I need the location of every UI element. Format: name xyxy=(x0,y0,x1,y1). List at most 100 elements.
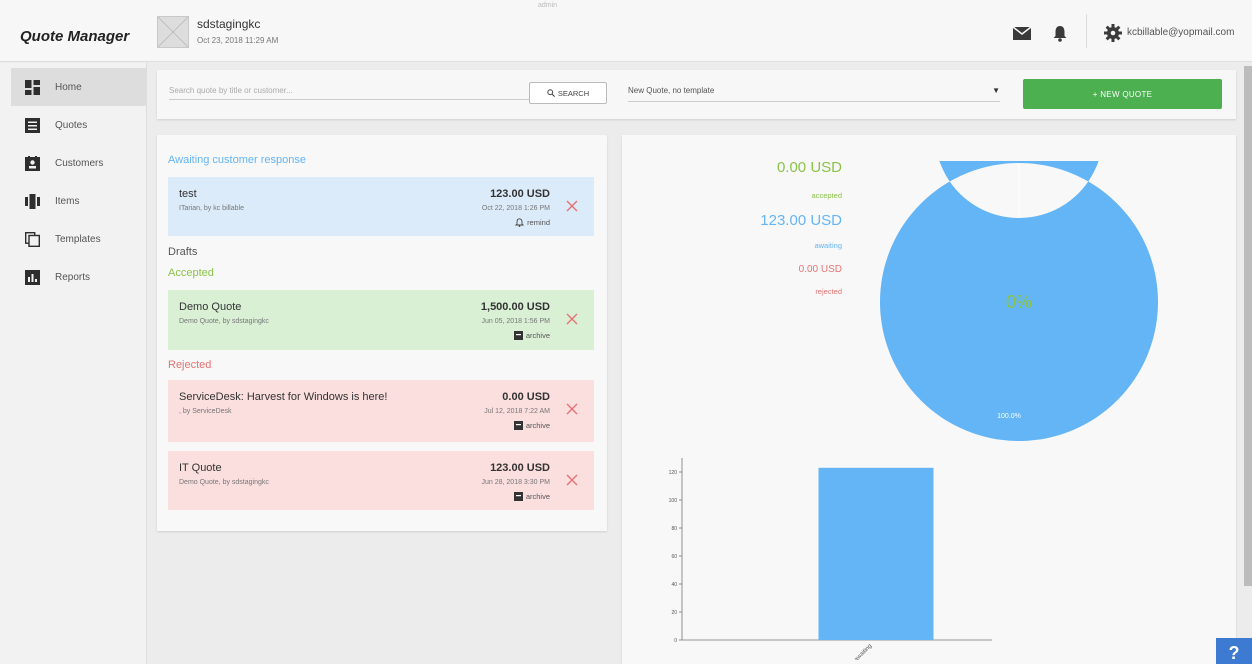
items-icon xyxy=(25,193,40,209)
quote-title: test xyxy=(179,188,197,200)
remind-action[interactable]: remind xyxy=(515,218,550,227)
search-button-label: SEARCH xyxy=(557,88,590,98)
close-icon[interactable] xyxy=(566,200,578,212)
stats-panel: 0.00 USD accepted 123.00 USD awaiting 0.… xyxy=(622,135,1236,664)
quote-title: ServiceDesk: Harvest for Windows is here… xyxy=(179,391,388,403)
quote-customer: Demo Quote, by sdstagingkc xyxy=(179,318,269,325)
close-icon[interactable] xyxy=(566,403,578,415)
sidebar-item-quotes[interactable]: Quotes xyxy=(11,106,147,144)
rejected-total: 0.00 USD xyxy=(798,264,842,275)
section-drafts-title: Drafts xyxy=(168,246,198,258)
quote-title: IT Quote xyxy=(179,462,222,474)
close-icon[interactable] xyxy=(566,313,578,325)
sidebar-item-items[interactable]: Items xyxy=(11,182,147,220)
sidebar-item-reports[interactable]: Reports xyxy=(11,258,147,296)
sidebar-item-label: Templates xyxy=(55,233,101,245)
user-email[interactable]: kcbillable@yopmail.com xyxy=(1127,27,1234,38)
gear-icon[interactable] xyxy=(1104,24,1122,42)
sidebar-item-customers[interactable]: Customers xyxy=(11,144,147,182)
x-tick-label: awaiting xyxy=(854,643,874,660)
company-name[interactable]: sdstagingkc xyxy=(197,17,260,31)
accepted-total: 0.00 USD xyxy=(776,159,842,176)
y-tick-label: 80 xyxy=(671,526,677,532)
archive-label: archive xyxy=(525,331,550,340)
archive-label: archive xyxy=(525,492,550,501)
section-rejected-title: Rejected xyxy=(168,359,212,371)
donut-center-label: 0% xyxy=(1006,292,1032,312)
awaiting-total: 123.00 USD xyxy=(760,212,842,229)
header-divider xyxy=(1086,14,1087,48)
quote-amount: 123.00 USD xyxy=(490,462,550,474)
sidebar-item-label: Home xyxy=(55,81,82,93)
quote-card-awaiting[interactable]: test ITarian, by kc billable 123.00 USD … xyxy=(168,177,594,236)
sidebar-item-templates[interactable]: Templates xyxy=(11,220,147,258)
search-icon xyxy=(547,89,555,97)
sidebar-item-label: Quotes xyxy=(55,119,88,131)
section-awaiting-title: Awaiting customer response xyxy=(168,154,306,166)
template-select-value: New Quote, no template xyxy=(628,86,715,95)
donut-chart: 0% 100.0% xyxy=(880,161,1158,441)
quote-date: Oct 22, 2018 1:26 PM xyxy=(481,205,550,212)
search-input[interactable] xyxy=(169,86,529,100)
quote-date: Jun 28, 2018 3:30 PM xyxy=(481,479,551,486)
quote-card-rejected[interactable]: IT Quote Demo Quote, by sdstagingkc 123.… xyxy=(168,451,594,510)
quote-date: Jul 12, 2018 7:22 AM xyxy=(484,408,550,415)
quote-date: Jun 05, 2018 1:56 PM xyxy=(481,318,551,325)
quotes-icon xyxy=(25,117,40,133)
company-date: Oct 23, 2018 11:29 AM xyxy=(197,36,279,45)
y-tick-label: 60 xyxy=(671,554,677,560)
sidebar-item-label: Customers xyxy=(55,157,104,169)
templates-icon xyxy=(25,231,40,247)
quote-card-accepted[interactable]: Demo Quote Demo Quote, by sdstagingkc 1,… xyxy=(168,290,594,350)
sidebar-item-label: Reports xyxy=(55,271,91,283)
chevron-down-icon: ▼ xyxy=(992,86,1000,95)
top-mark: admin xyxy=(538,2,558,9)
company-logo-placeholder xyxy=(157,16,189,48)
sidebar-item-home[interactable]: Home xyxy=(11,68,147,106)
new-quote-button[interactable]: + NEW QUOTE xyxy=(1023,79,1222,109)
quote-card-rejected[interactable]: ServiceDesk: Harvest for Windows is here… xyxy=(168,380,594,442)
y-tick-label: 40 xyxy=(671,582,677,588)
quote-amount: 123.00 USD xyxy=(490,188,550,200)
accepted-label: accepted xyxy=(811,191,842,200)
quote-amount: 0.00 USD xyxy=(502,391,550,403)
archive-action[interactable]: archive xyxy=(513,492,550,501)
bell-outline-icon xyxy=(515,218,525,227)
remind-label: remind xyxy=(527,218,550,227)
archive-icon xyxy=(513,421,523,430)
quote-customer: ITarian, by kc billable xyxy=(179,205,244,212)
app-title: Quote Manager xyxy=(20,28,130,45)
y-tick-label: 120 xyxy=(669,470,678,476)
mail-icon[interactable] xyxy=(1013,27,1031,40)
y-tick-label: 100 xyxy=(669,498,678,504)
reports-icon xyxy=(25,269,40,285)
quote-amount: 1,500.00 USD xyxy=(480,301,550,313)
bell-icon[interactable] xyxy=(1053,25,1067,42)
customers-icon xyxy=(25,155,40,171)
sidebar-item-label: Items xyxy=(55,195,80,207)
donut-data-label: 100.0% xyxy=(997,413,1021,420)
close-icon[interactable] xyxy=(566,474,578,486)
search-toolbar: SEARCH New Quote, no template ▼ + NEW QU… xyxy=(157,70,1236,119)
archive-action[interactable]: archive xyxy=(513,421,550,430)
quote-customer: , by ServiceDesk xyxy=(179,408,232,415)
top-header: Quote Manager sdstagingkc Oct 23, 2018 1… xyxy=(0,0,1252,62)
archive-action[interactable]: archive xyxy=(513,331,550,340)
search-button[interactable]: SEARCH xyxy=(529,82,607,104)
home-icon xyxy=(25,79,40,95)
bar-chart: 0 20 40 60 80 100 120 awaiting xyxy=(669,458,992,660)
y-tick-label: 20 xyxy=(671,610,677,616)
section-accepted-title: Accepted xyxy=(168,267,214,279)
archive-icon xyxy=(513,492,523,501)
awaiting-label: awaiting xyxy=(814,241,842,250)
sidebar: Home Quotes Customers Items Templates Re… xyxy=(0,63,147,664)
template-select[interactable]: New Quote, no template ▼ xyxy=(628,86,1000,102)
quote-customer: Demo Quote, by sdstagingkc xyxy=(179,479,269,486)
archive-label: archive xyxy=(525,421,550,430)
quote-title: Demo Quote xyxy=(179,301,242,313)
scrollbar-thumb[interactable] xyxy=(1244,66,1252,586)
archive-icon xyxy=(513,331,523,340)
y-tick-label: 0 xyxy=(674,638,677,644)
help-button[interactable]: ? xyxy=(1216,638,1252,664)
rejected-label: rejected xyxy=(815,287,842,296)
